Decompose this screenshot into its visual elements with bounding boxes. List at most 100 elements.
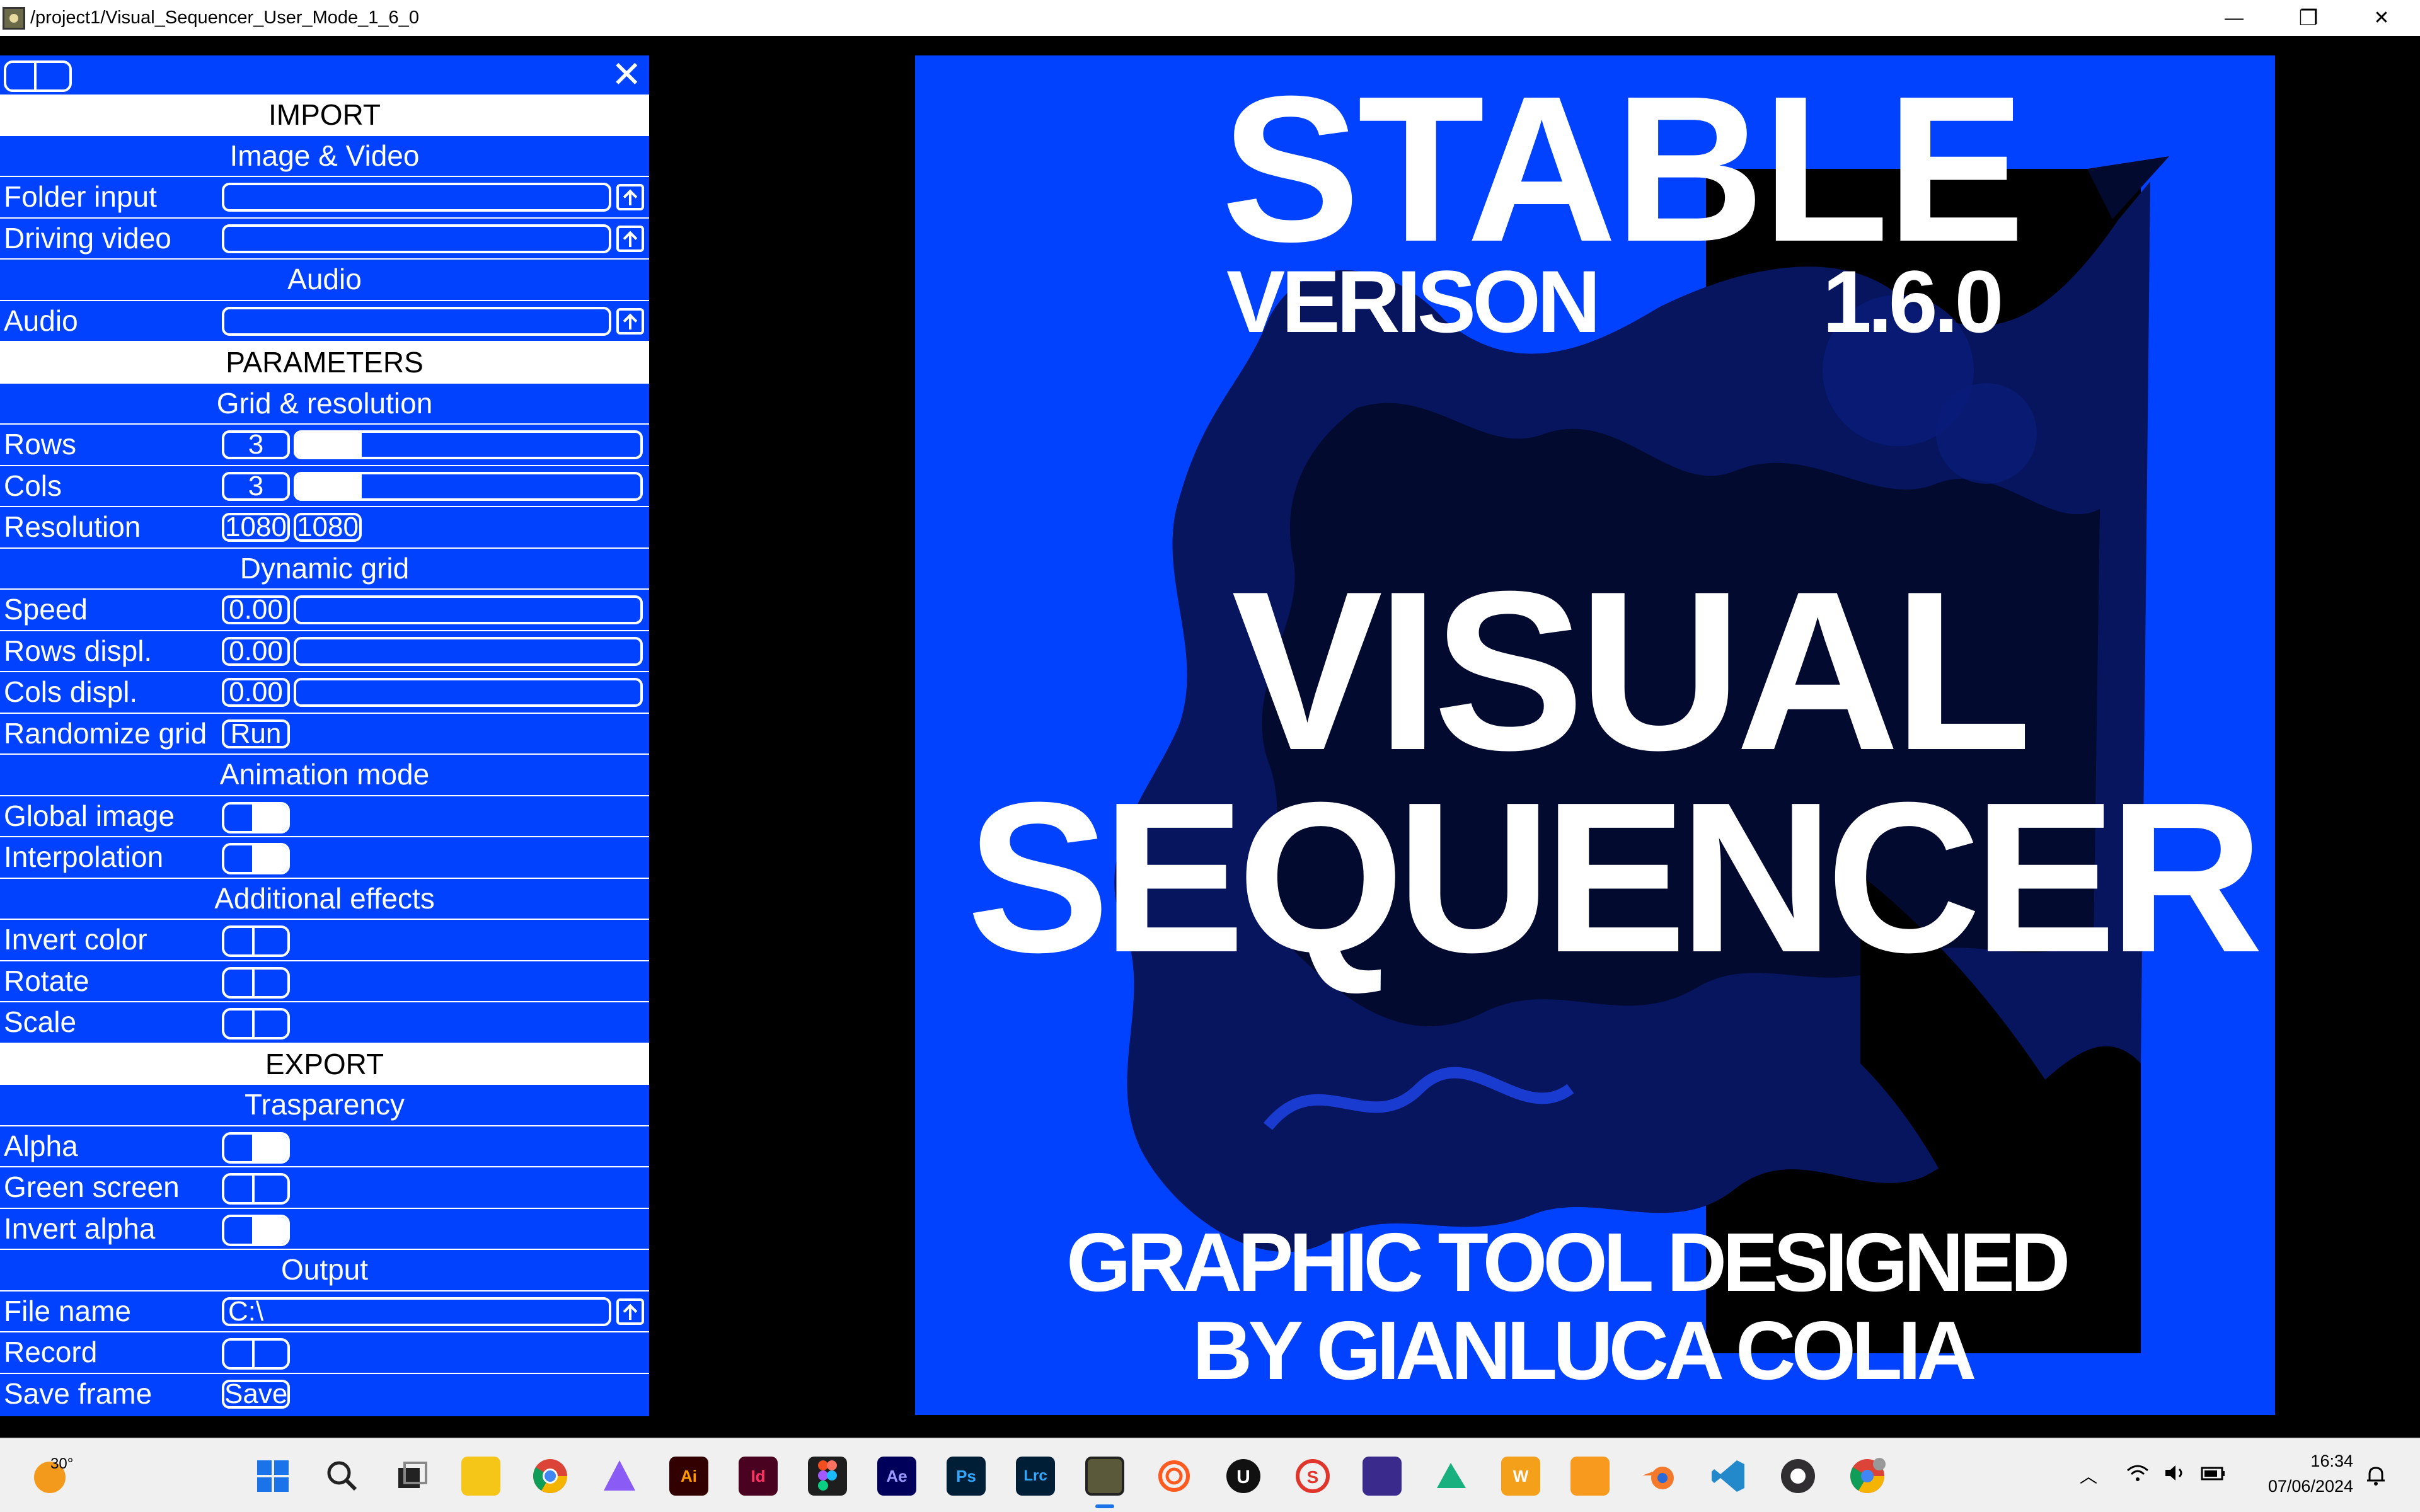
section-parameters: PARAMETERS <box>0 342 649 384</box>
artstation-icon[interactable] <box>1432 1457 1471 1496</box>
alpha-toggle[interactable] <box>222 1131 290 1164</box>
weather-widget[interactable]: 30° <box>25 1455 101 1496</box>
minimize-button[interactable]: — <box>2199 0 2269 36</box>
pika-icon[interactable] <box>1363 1457 1402 1496</box>
file-name-label: File name <box>4 1294 131 1327</box>
indesign-icon[interactable]: Id <box>739 1457 778 1496</box>
global-image-label: Global image <box>4 799 175 832</box>
subheading-additional-effects: Additional effects <box>0 879 649 920</box>
save-frame-label: Save frame <box>4 1377 153 1410</box>
cols-slider[interactable] <box>294 471 643 501</box>
rows-slider-fill <box>296 433 362 457</box>
cols-value[interactable]: 3 <box>222 471 290 501</box>
panel-header: ✕ <box>0 55 649 94</box>
subheading-image-video: Image & Video <box>0 136 649 177</box>
invert-color-toggle[interactable] <box>222 925 290 957</box>
clock-time[interactable]: 16:34 <box>2252 1452 2353 1471</box>
run-button[interactable]: Run <box>222 719 290 748</box>
record-toggle[interactable] <box>222 1338 290 1370</box>
green-screen-toggle[interactable] <box>222 1173 290 1205</box>
start-icon[interactable] <box>253 1457 292 1496</box>
cols-displ-value[interactable]: 0.00 <box>222 678 290 707</box>
folder-input-field[interactable] <box>222 183 611 212</box>
invert-alpha-toggle[interactable] <box>222 1214 290 1246</box>
global-image-toggle[interactable] <box>222 801 290 833</box>
resolution-height[interactable]: 1080 <box>294 513 362 542</box>
svg-text:S: S <box>1307 1467 1319 1487</box>
save-button[interactable]: Save <box>222 1379 290 1409</box>
interpolation-toggle[interactable] <box>222 843 290 874</box>
after-effects-icon[interactable]: Ae <box>877 1457 916 1496</box>
subheading-grid-resolution: Grid & resolution <box>0 384 649 425</box>
figma-icon[interactable] <box>808 1457 847 1496</box>
rows-row: Rows 3 <box>0 425 649 466</box>
driving-video-row: Driving video <box>0 219 649 260</box>
office-icon[interactable]: W <box>1501 1457 1540 1496</box>
photoshop-icon[interactable]: Ps <box>947 1457 986 1496</box>
rows-value[interactable]: 3 <box>222 430 290 459</box>
weather-temp: 30° <box>50 1455 74 1472</box>
invert-color-label: Invert color <box>4 923 147 956</box>
volume-icon[interactable] <box>2163 1463 2188 1487</box>
file-name-field[interactable]: C:\ <box>222 1297 611 1326</box>
rows-displ-slider[interactable] <box>294 636 643 666</box>
alpha-label: Alpha <box>4 1129 78 1162</box>
chrome-icon[interactable] <box>531 1457 570 1496</box>
speed-row: Speed 0.00 <box>0 590 649 631</box>
blender-icon[interactable] <box>1640 1457 1679 1496</box>
invert-alpha-label: Invert alpha <box>4 1211 156 1245</box>
speed-slider[interactable] <box>294 595 643 624</box>
cols-displ-slider[interactable] <box>294 678 643 707</box>
resolution-width[interactable]: 1080 <box>222 513 290 542</box>
notification-bell-icon[interactable] <box>2365 1464 2387 1491</box>
folder-input-label: Folder input <box>4 180 157 213</box>
subheading-animation-mode: Animation mode <box>0 755 649 796</box>
affinity-icon[interactable] <box>600 1457 639 1496</box>
cols-slider-fill <box>296 474 362 498</box>
rotate-toggle[interactable] <box>222 966 290 999</box>
section-import: IMPORT <box>0 94 649 136</box>
lightroom-classic-icon[interactable]: Lrc <box>1016 1457 1055 1496</box>
audio-field[interactable] <box>222 306 611 336</box>
speed-value[interactable]: 0.00 <box>222 595 290 624</box>
close-icon[interactable]: ✕ <box>611 57 642 93</box>
rows-displ-value[interactable]: 0.00 <box>222 636 290 666</box>
randomize-grid-row: Randomize grid Run <box>0 714 649 755</box>
driving-video-field[interactable] <box>222 224 611 253</box>
rows-slider[interactable] <box>294 430 643 459</box>
scale-row: Scale <box>0 1002 649 1044</box>
alpha-row: Alpha <box>0 1126 649 1167</box>
label-version: VERISON <box>1226 252 1601 351</box>
battery-icon[interactable] <box>2199 1463 2227 1487</box>
file-name-browse-icon[interactable] <box>616 1298 644 1325</box>
taskbar: 30° Ai Id Ae Ps Lrc U S W ︿ 16:34 07/06/… <box>0 1438 2420 1512</box>
restore-button[interactable]: ❐ <box>2274 0 2343 36</box>
search-icon[interactable] <box>323 1457 362 1496</box>
folder-upload-icon[interactable] <box>616 184 644 210</box>
obs-icon[interactable] <box>1778 1457 1818 1496</box>
panel-toggle[interactable] <box>4 60 72 92</box>
close-button[interactable]: ✕ <box>2347 0 2416 36</box>
houdini-icon[interactable] <box>1155 1457 1194 1496</box>
scale-label: Scale <box>4 1005 77 1038</box>
unreal-engine-icon[interactable]: U <box>1224 1457 1263 1496</box>
tray-overflow-icon[interactable]: ︿ <box>2080 1463 2097 1488</box>
driving-video-upload-icon[interactable] <box>616 225 644 252</box>
cols-displ-label: Cols displ. <box>4 675 138 708</box>
clock-date[interactable]: 07/06/2024 <box>2246 1477 2353 1496</box>
illustrator-icon[interactable]: Ai <box>669 1457 708 1496</box>
touchdesigner-icon[interactable] <box>1085 1457 1124 1496</box>
rotate-label: Rotate <box>4 964 89 997</box>
task-view-icon[interactable] <box>392 1457 431 1496</box>
box-icon[interactable] <box>1570 1457 1610 1496</box>
cols-label: Cols <box>4 469 62 502</box>
chrome-profile-icon[interactable] <box>1848 1457 1887 1496</box>
vscode-icon[interactable] <box>1709 1457 1748 1496</box>
scale-toggle[interactable] <box>222 1008 290 1040</box>
audio-upload-icon[interactable] <box>616 307 644 335</box>
file-explorer-icon[interactable] <box>461 1457 500 1496</box>
rows-displ-label: Rows displ. <box>4 634 153 667</box>
wifi-icon[interactable] <box>2125 1463 2150 1487</box>
substance-icon[interactable]: S <box>1293 1457 1332 1496</box>
subheading-output: Output <box>0 1250 649 1292</box>
